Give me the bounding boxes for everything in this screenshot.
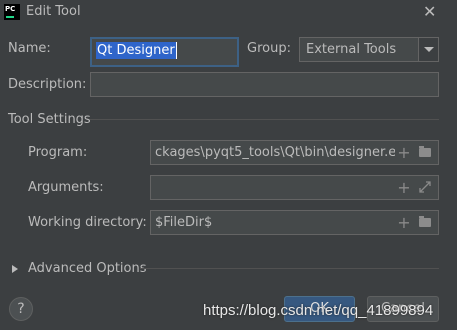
title-bar: PC Edit Tool ✕ (0, 0, 457, 26)
description-input[interactable] (90, 72, 439, 97)
group-label: Group: (247, 41, 291, 56)
chevron-right-icon[interactable] (12, 265, 18, 273)
arguments-label: Arguments: (28, 180, 104, 195)
close-icon[interactable]: ✕ (423, 2, 436, 21)
chevron-down-icon[interactable] (418, 38, 438, 61)
text-caret (176, 42, 177, 59)
expand-icon[interactable] (418, 180, 432, 194)
program-value: ckages\pyqt5_tools\Qt\bin\designer.exe (155, 145, 395, 160)
watermark-text: https://blog.csdn.net/qq_41899894 (203, 302, 434, 319)
advanced-options-toggle[interactable]: Advanced Options (28, 261, 147, 276)
arguments-input[interactable]: + (150, 175, 439, 200)
group-value: External Tools (306, 42, 397, 57)
working-directory-value: $FileDir$ (155, 215, 213, 230)
group-combobox[interactable]: External Tools (299, 37, 439, 62)
description-label: Description: (8, 77, 87, 92)
plus-icon[interactable]: + (397, 215, 411, 231)
program-label: Program: (28, 145, 88, 160)
name-input[interactable]: Qt Designer (90, 37, 239, 67)
folder-icon[interactable] (419, 146, 431, 157)
working-directory-label: Working directory: (28, 215, 147, 230)
name-label: Name: (8, 41, 51, 56)
name-value: Qt Designer (96, 42, 176, 59)
advanced-divider (140, 268, 439, 269)
plus-icon[interactable]: + (397, 145, 411, 161)
working-directory-input[interactable]: $FileDir$ + (150, 210, 439, 235)
tool-settings-heading: Tool Settings (8, 112, 91, 127)
folder-icon[interactable] (419, 216, 431, 227)
help-button[interactable]: ? (9, 297, 33, 321)
dialog-title: Edit Tool (26, 4, 81, 19)
pycharm-icon: PC (4, 4, 20, 20)
program-input[interactable]: ckages\pyqt5_tools\Qt\bin\designer.exe + (150, 140, 439, 165)
section-divider (90, 119, 439, 120)
plus-icon[interactable]: + (397, 180, 411, 196)
